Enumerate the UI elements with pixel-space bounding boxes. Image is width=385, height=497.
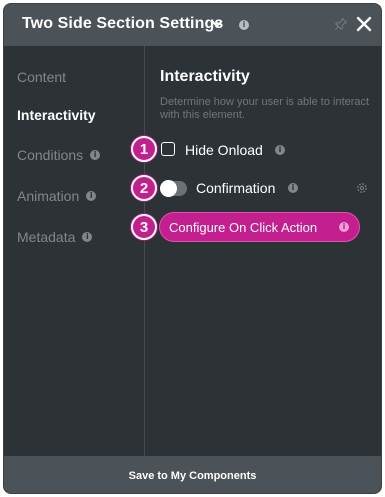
sidebar-item-content[interactable]: Content: [17, 69, 66, 85]
sidebar-item-label: Animation: [17, 188, 80, 204]
panel-header: Two Side Section Settings i: [4, 4, 381, 46]
settings-sidebar: Content Interactivity Conditions i Anima…: [4, 46, 145, 456]
step-badge-1: 1: [131, 136, 157, 162]
hide-onload-label: Hide Onload: [185, 142, 263, 158]
pin-icon[interactable]: [334, 17, 348, 31]
sidebar-item-label: Conditions: [17, 147, 84, 163]
sidebar-item-label: Interactivity: [17, 107, 96, 123]
confirmation-toggle[interactable]: [160, 180, 187, 197]
info-icon: i: [339, 222, 349, 232]
section-description: Determine how your user is able to inter…: [160, 96, 370, 121]
info-icon: i: [90, 150, 101, 160]
configure-on-click-action-button[interactable]: Configure On Click Action i: [160, 213, 359, 241]
hide-onload-checkbox[interactable]: [161, 142, 175, 156]
info-icon: i: [275, 145, 285, 155]
close-icon[interactable]: [356, 16, 372, 32]
sidebar-item-animation[interactable]: Animation i: [17, 188, 97, 204]
settings-panel: Two Side Section Settings i Content Inte…: [3, 3, 382, 494]
confirmation-label: Confirmation: [196, 180, 276, 196]
sidebar-item-label: Content: [17, 69, 67, 85]
sidebar-item-label: Metadata: [17, 229, 76, 245]
sidebar-item-interactivity[interactable]: Interactivity: [17, 107, 96, 123]
footer-label: Save to My Components: [128, 469, 257, 482]
panel-title[interactable]: Two Side Section Settings: [22, 15, 223, 33]
step-badge-2: 2: [131, 175, 157, 201]
action-button-label: Configure On Click Action: [169, 219, 318, 235]
info-icon: i: [82, 232, 93, 242]
step-badge-3: 3: [131, 214, 157, 240]
sidebar-item-metadata[interactable]: Metadata i: [17, 229, 93, 245]
info-icon: i: [288, 183, 298, 193]
save-to-my-components-button[interactable]: Save to My Components: [4, 456, 381, 493]
chevron-down-icon[interactable]: [212, 19, 222, 29]
sidebar-item-conditions[interactable]: Conditions i: [17, 147, 101, 163]
section-title: Interactivity: [160, 68, 250, 85]
gear-icon[interactable]: [355, 181, 369, 195]
toggle-knob: [160, 180, 177, 197]
interactivity-section: Interactivity Determine how your user is…: [131, 46, 381, 456]
info-icon[interactable]: i: [239, 20, 249, 30]
info-icon: i: [86, 191, 97, 201]
